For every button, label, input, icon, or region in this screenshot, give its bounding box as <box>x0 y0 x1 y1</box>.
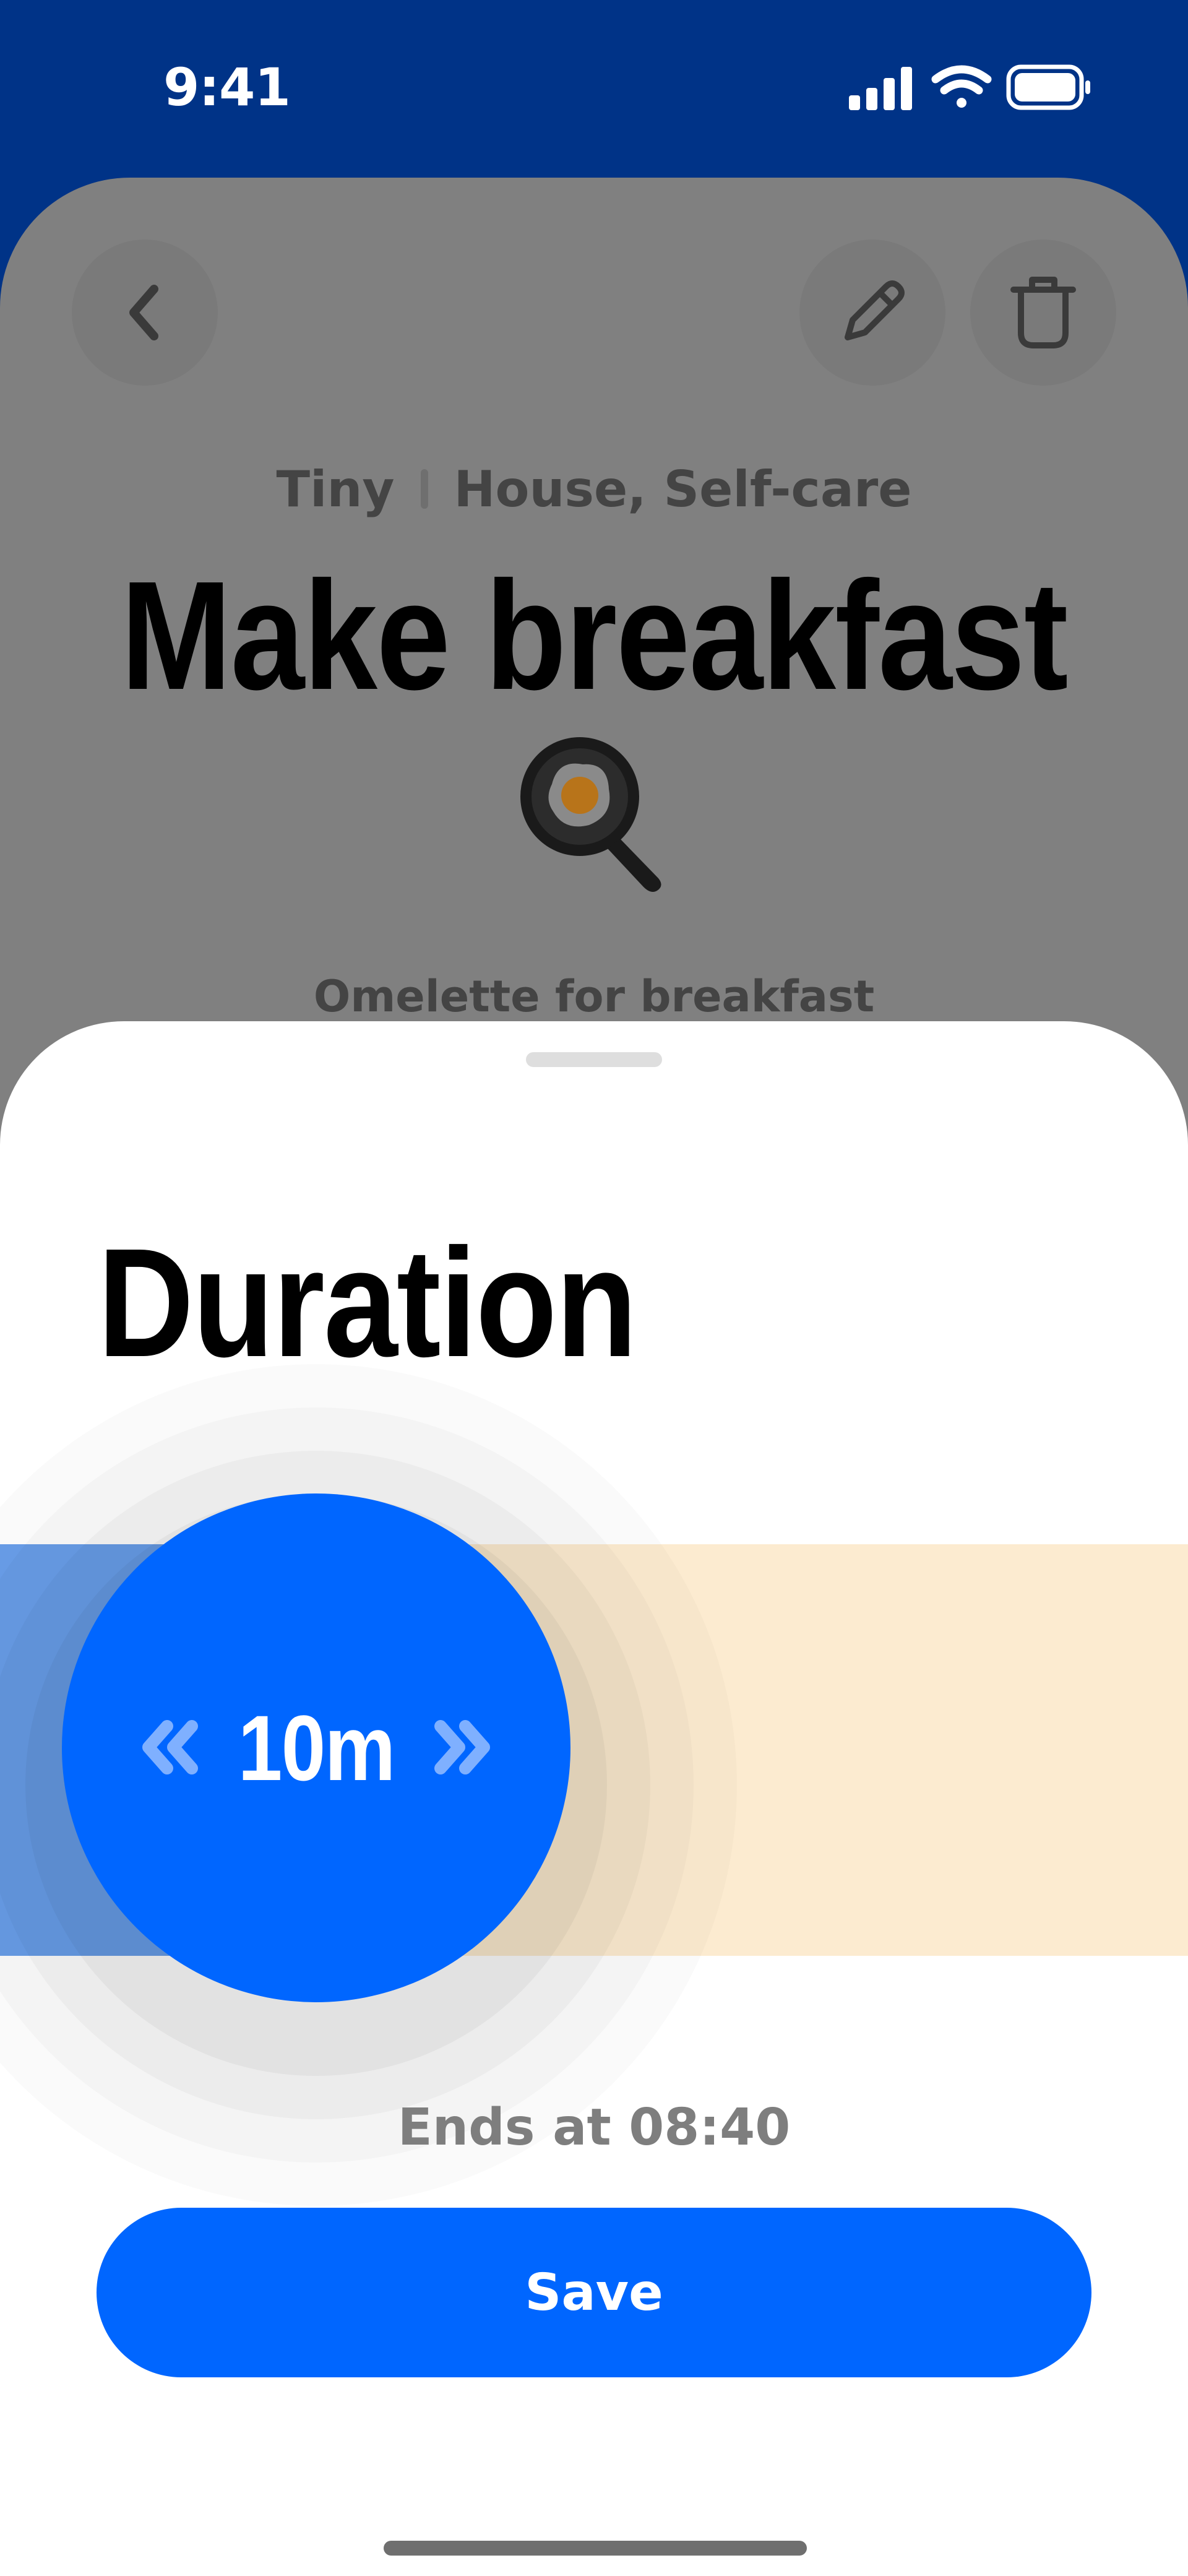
trash-icon <box>1010 277 1076 348</box>
slider-knob[interactable]: 10m <box>62 1493 570 2002</box>
signal-icon <box>849 67 912 110</box>
back-button[interactable] <box>72 240 218 386</box>
ends-at-label: Ends at 08:40 <box>397 2098 791 2157</box>
chevrons-left-icon <box>142 1720 198 1774</box>
home-indicator <box>384 2541 807 2556</box>
meta-divider <box>420 469 428 509</box>
wifi-icon <box>931 65 992 108</box>
status-bar: 9:41 <box>0 0 1188 179</box>
duration-sheet: Duration 10m Ends at 08:40 Save <box>0 1021 1188 2576</box>
frying-pan-egg-icon <box>520 737 661 892</box>
delete-button[interactable] <box>970 240 1116 386</box>
battery-icon <box>1006 64 1090 110</box>
chevrons-right-icon <box>434 1720 490 1774</box>
task-categories: House, Self-care <box>454 460 912 518</box>
duration-value: 10m <box>238 1695 395 1800</box>
save-button[interactable]: Save <box>97 2208 1091 2377</box>
status-time: 9:41 <box>163 57 291 118</box>
pencil-icon <box>845 280 905 340</box>
task-title: Make breakfast <box>121 549 1068 722</box>
task-meta: Tiny House, Self-care <box>0 455 1188 523</box>
status-icons <box>849 64 1090 110</box>
back-icon <box>129 285 158 340</box>
task-size: Tiny <box>276 460 395 518</box>
task-note: Omelette for breakfast <box>313 971 875 1022</box>
edit-button[interactable] <box>799 240 945 386</box>
